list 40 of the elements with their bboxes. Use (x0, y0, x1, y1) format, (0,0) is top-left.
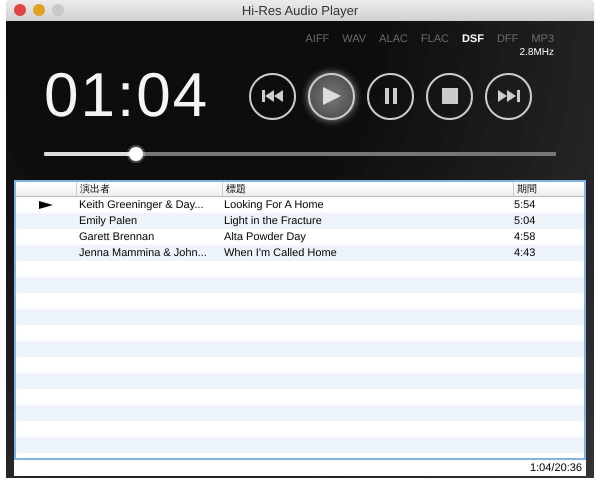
stop-icon (442, 88, 458, 104)
table-cell-text: Light in the Fracture (223, 215, 323, 227)
table-cell-text: 5:54 (513, 199, 536, 211)
format-label: AIFF (305, 33, 330, 45)
table-cell-text: 5:04 (513, 215, 536, 227)
window-title: Hi-Res Audio Player (242, 3, 358, 18)
format-label: ALAC (379, 33, 408, 45)
table-cell-text: When I'm Called Home (223, 247, 338, 259)
format-label: WAV (342, 33, 366, 45)
status-text: 1:04/20:36 (530, 462, 582, 474)
pause-icon (384, 88, 397, 104)
column-header[interactable]: 期間 (513, 182, 567, 196)
table-cell-text: 4:43 (513, 247, 536, 259)
table-cell-text: Alta Powder Day (223, 231, 307, 243)
play-button[interactable] (308, 72, 356, 120)
column-header[interactable]: 標題 (222, 182, 513, 196)
previous-button[interactable] (249, 72, 296, 120)
column-header[interactable]: 演出者 (76, 182, 222, 196)
close-icon[interactable] (14, 4, 26, 16)
table-cell-text: Jenna Mammina & John... (78, 247, 208, 259)
format-label: DFF (496, 33, 518, 45)
progress-thumb[interactable] (129, 147, 144, 161)
next-button[interactable] (485, 72, 532, 120)
next-icon (498, 90, 520, 102)
pause-button[interactable] (367, 72, 414, 120)
table-cell-text: Garett Brennan (78, 231, 156, 243)
stop-button[interactable] (426, 72, 474, 120)
table-cell-text: 4:58 (513, 231, 536, 243)
table-cell-text: Emily Palen (78, 215, 138, 227)
table-row[interactable]: Jenna Mammina & John... When I'm Called Home 4:43 (16, 245, 584, 261)
play-icon (322, 86, 342, 106)
previous-icon (262, 90, 284, 102)
format-label: MP3 (531, 33, 554, 45)
table-cell-text: Looking For A Home (223, 199, 325, 211)
table-cell-text: Keith Greeninger & Day... (78, 199, 205, 211)
time-display: 01:04 (44, 63, 210, 129)
table-row[interactable]: Emily Palen Light in the Fracture 5:04 (16, 213, 584, 229)
sample-rate: 2.8MHz (520, 47, 554, 58)
format-label: FLAC (420, 33, 449, 45)
format-label: DSF (462, 33, 484, 45)
